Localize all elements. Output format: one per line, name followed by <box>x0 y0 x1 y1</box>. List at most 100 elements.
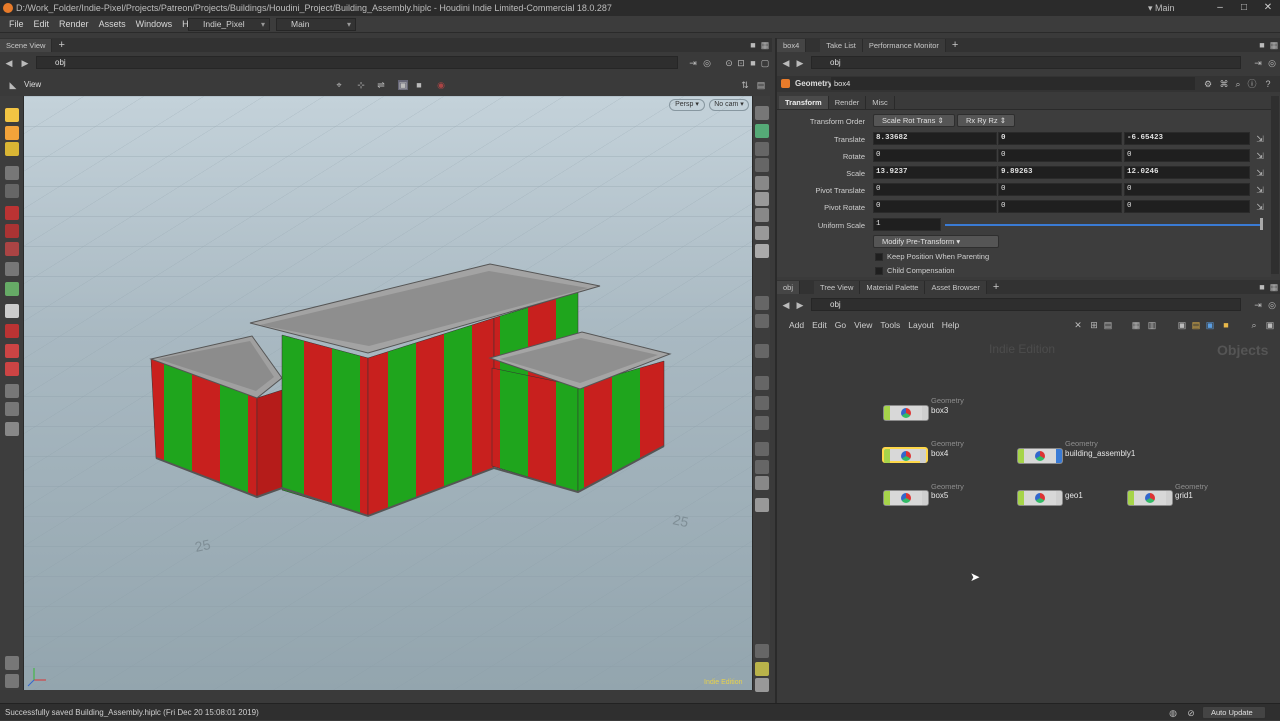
pane-menu-icon[interactable]: ■ <box>1257 40 1267 50</box>
pane-menu-icon[interactable]: ■ <box>1257 282 1267 292</box>
bounding-box-icon[interactable] <box>755 416 769 430</box>
param-field-scale-y[interactable]: 9.89263 <box>998 166 1122 179</box>
list-icon[interactable]: ▤ <box>1103 320 1113 330</box>
tab-asset-browser[interactable]: Asset Browser <box>925 281 987 294</box>
select-objects-icon[interactable] <box>5 126 19 140</box>
normals-icon[interactable] <box>755 314 769 328</box>
transform-order-dropdown[interactable]: Scale Rot Trans ⇕ <box>873 114 955 127</box>
palette-icon[interactable]: ■ <box>1221 320 1231 330</box>
param-field-rotate-y[interactable]: 0 <box>998 149 1122 162</box>
chat-icon[interactable]: ◍ <box>1168 708 1178 718</box>
channel-icon[interactable]: ⇲ <box>1255 185 1265 195</box>
sticky-note-icon[interactable]: ▤ <box>1191 320 1201 330</box>
node-geo1[interactable] <box>1017 490 1063 506</box>
menu-file[interactable]: File <box>0 19 29 29</box>
tab-tree-view[interactable]: Tree View <box>814 281 861 294</box>
background-icon[interactable] <box>755 476 769 490</box>
wrench-icon[interactable]: ✕ <box>1073 320 1083 330</box>
lock-icon[interactable]: ⊡ <box>736 58 746 68</box>
magnet-prim-icon[interactable] <box>5 362 19 376</box>
move-tool-icon[interactable] <box>5 166 19 180</box>
net-menu-tools[interactable]: Tools <box>876 320 904 330</box>
node-box4[interactable] <box>882 447 928 463</box>
add-tab-icon[interactable]: + <box>987 281 1005 294</box>
help-icon[interactable]: ⓘ <box>1247 79 1257 89</box>
new-icon[interactable]: ▢ <box>760 58 770 68</box>
grid-icon[interactable]: ▦ <box>1131 320 1141 330</box>
render-region-icon[interactable] <box>5 384 19 398</box>
node-building-assembly1[interactable] <box>1017 448 1063 464</box>
param-field-pivot-rotate-x[interactable]: 0 <box>873 200 997 213</box>
display-options-icon[interactable]: ⇅ <box>740 80 750 90</box>
menu-assets[interactable]: Assets <box>94 19 131 29</box>
visualizer-icon[interactable] <box>755 376 769 390</box>
link-camera-icon[interactable] <box>755 158 769 172</box>
node-name-field[interactable]: box4 <box>831 77 1195 90</box>
network-path-field[interactable]: obj <box>811 298 1241 311</box>
shelf-set-dropdown[interactable]: Indie_Pixel <box>188 18 270 31</box>
pin-icon[interactable]: ⇥ <box>1253 300 1263 310</box>
abc-icon[interactable] <box>755 460 769 474</box>
uv-icon[interactable] <box>755 396 769 410</box>
scale-tool-icon[interactable] <box>5 206 19 220</box>
pin-icon[interactable]: ⇥ <box>1253 58 1263 68</box>
menu-edit[interactable]: Edit <box>29 19 55 29</box>
pane-expand-icon[interactable]: ▦ <box>1269 40 1279 50</box>
node-grid1[interactable] <box>1127 490 1173 506</box>
param-field-translate-z[interactable]: -6.65423 <box>1124 132 1250 145</box>
tab-scene-view[interactable]: Scene View <box>0 39 53 52</box>
uniform-scale-handle[interactable] <box>1260 218 1263 230</box>
net-menu-edit[interactable]: Edit <box>808 320 831 330</box>
param-field-pivot-rotate-z[interactable]: 0 <box>1124 200 1250 213</box>
lock-camera-icon[interactable] <box>755 142 769 156</box>
node-box3[interactable] <box>883 405 929 421</box>
param-field-scale-z[interactable]: 12.0246 <box>1124 166 1250 179</box>
lighting-icon[interactable] <box>755 176 769 190</box>
shading-mode-icon[interactable] <box>755 106 769 120</box>
light-bulb-icon[interactable] <box>755 208 769 222</box>
info-icon[interactable] <box>755 644 769 658</box>
snap-active-icon[interactable]: ▣ <box>398 80 408 90</box>
brush-tool-icon[interactable] <box>5 262 19 276</box>
camera-button[interactable]: No cam ▾ <box>709 99 749 111</box>
subtab-transform[interactable]: Transform <box>779 96 829 109</box>
hide-icon[interactable] <box>755 442 769 456</box>
pane-expand-icon[interactable]: ▦ <box>760 40 770 50</box>
flipbook-icon[interactable] <box>5 402 19 416</box>
forward-arrow-icon[interactable]: ▶ <box>795 58 805 68</box>
rotate-tool-icon[interactable] <box>5 184 19 198</box>
param-field-pivot-translate-y[interactable]: 0 <box>998 183 1122 196</box>
cache-icon[interactable]: ⊙ <box>724 58 734 68</box>
network-editor[interactable]: Indie Edition Objects Geometry box3 Geom… <box>777 334 1280 703</box>
image-icon[interactable]: ▣ <box>1205 320 1215 330</box>
shadow-icon[interactable] <box>755 226 769 240</box>
snap-point-icon[interactable]: ⇌ <box>376 80 386 90</box>
flag-icon[interactable]: ▣ <box>1177 320 1187 330</box>
net-menu-go[interactable]: Go <box>831 320 850 330</box>
param-field-pivot-rotate-y[interactable]: 0 <box>998 200 1122 213</box>
stop-render-icon[interactable]: ⊘ <box>1186 708 1196 718</box>
scene-path-field[interactable]: obj <box>36 56 678 69</box>
param-field-pivot-translate-z[interactable]: 0 <box>1124 183 1250 196</box>
view-tool-icon[interactable] <box>5 304 19 318</box>
child-compensation-checkbox[interactable] <box>875 267 883 275</box>
gear-icon[interactable]: ⚙ <box>1203 79 1213 89</box>
tab-performance-monitor[interactable]: Performance Monitor <box>862 39 946 52</box>
scene-viewport[interactable]: 25 25 Indie Edition Persp ▾ No cam ▾ <box>24 96 752 690</box>
rotate-order-dropdown[interactable]: Rx Ry Rz ⇕ <box>957 114 1015 127</box>
net-menu-help[interactable]: Help <box>938 320 963 330</box>
search-icon[interactable]: ⌕ <box>1249 320 1259 330</box>
point-numbers-icon[interactable] <box>755 344 769 358</box>
auto-update-dropdown[interactable]: Auto Update <box>1202 706 1266 719</box>
link-icon[interactable]: ◎ <box>702 58 712 68</box>
subtab-misc[interactable]: Misc <box>866 96 895 109</box>
tab-obj[interactable]: obj <box>777 281 801 294</box>
tab-material-palette[interactable]: Material Palette <box>860 281 926 294</box>
channel-icon[interactable]: ⇲ <box>1255 134 1265 144</box>
maximize-button[interactable]: □ <box>1232 0 1256 16</box>
info-icon[interactable]: ▣ <box>1265 320 1275 330</box>
viewport-layout-icon[interactable]: ▤ <box>756 80 766 90</box>
param-field-rotate-x[interactable]: 0 <box>873 149 997 162</box>
link-icon[interactable]: ◎ <box>1267 58 1277 68</box>
tab-take-list[interactable]: Take List <box>820 39 863 52</box>
